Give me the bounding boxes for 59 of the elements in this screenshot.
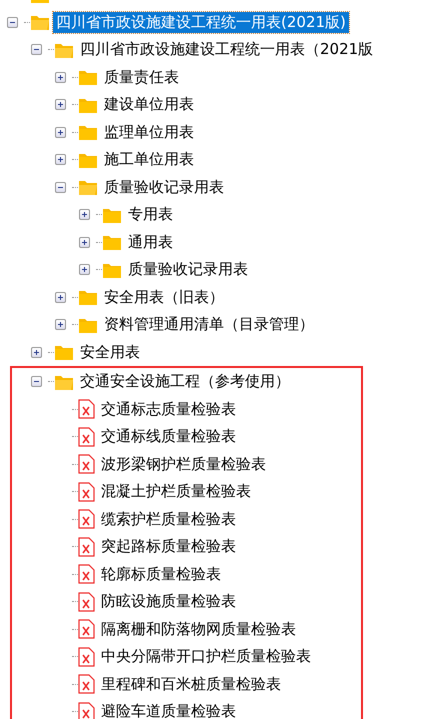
tree-item[interactable]: 安全用表（旧表） (101, 286, 227, 308)
document-icon (78, 536, 95, 557)
document-icon (78, 426, 95, 447)
tree-item[interactable]: 轮廓标质量检验表 (98, 564, 224, 585)
tree-item[interactable]: 交通标志质量检验表 (98, 398, 239, 420)
expand-button[interactable] (54, 319, 66, 330)
tree-item[interactable]: 质量验收记录用表 (125, 259, 251, 280)
document-icon (78, 509, 95, 530)
tree-item[interactable]: 混凝土护栏质量检验表 (98, 481, 254, 502)
tree-item[interactable]: 四川省市政设施建设工程统一用表(2021版) (53, 12, 349, 33)
tree-item[interactable]: 安全用表 (77, 342, 143, 363)
document-icon (78, 454, 95, 474)
expand-button[interactable] (54, 292, 66, 303)
folder-icon (78, 123, 98, 142)
expand-button[interactable] (78, 264, 90, 276)
document-icon (78, 646, 95, 667)
expand-button[interactable] (54, 126, 66, 138)
tree-item[interactable]: 突起路标质量检验表 (98, 536, 239, 558)
tree-item[interactable]: 缆索护栏质量检验表 (98, 508, 239, 530)
document-icon (78, 674, 95, 694)
tree-item[interactable]: 资料管理通用清单（目录管理） (101, 314, 317, 336)
folder-icon (102, 233, 122, 252)
folder-icon (30, 13, 50, 32)
tree-item[interactable]: 质量责任表 (101, 66, 182, 88)
tree-item[interactable]: 防眩设施质量检验表 (98, 591, 239, 612)
folder-icon (78, 68, 98, 86)
tree-item[interactable]: 隔离栅和防落物网质量检验表 (98, 618, 299, 640)
tree-item[interactable]: 通用表 (125, 232, 176, 253)
tree-item[interactable]: 避险车道质量检验表 (98, 701, 239, 719)
folder-icon (78, 288, 98, 306)
expand-button[interactable] (54, 99, 66, 110)
collapse-button[interactable] (30, 44, 42, 56)
document-icon (78, 564, 95, 584)
tree-item[interactable]: 专用表 (125, 204, 176, 226)
tree-item[interactable]: 建设单位用表 (101, 94, 197, 116)
document-icon (78, 702, 95, 719)
collapse-button[interactable] (6, 16, 18, 28)
expand-button[interactable] (78, 236, 90, 248)
tree-item[interactable]: 监理单位用表 (101, 122, 197, 143)
expand-button[interactable] (54, 72, 66, 83)
tree-item[interactable]: 交通标线质量检验表 (98, 426, 239, 448)
collapse-button[interactable] (54, 182, 66, 193)
document-icon (78, 592, 95, 612)
tree-item[interactable]: 四川省市政设施建设工程统一用表（2021版 (77, 39, 376, 60)
tree-item[interactable]: 里程碑和百米桩质量检验表 (98, 674, 284, 695)
document-icon (78, 482, 95, 502)
tree-item[interactable]: 施工单位用表 (101, 149, 197, 170)
folder-icon (78, 178, 98, 196)
tree-item[interactable]: 交通安全设施工程（参考使用） (77, 371, 293, 392)
tree-item[interactable]: 中央分隔带开口护栏质量检验表 (98, 646, 314, 668)
expand-button[interactable] (78, 209, 90, 220)
document-icon (78, 399, 95, 420)
tree-item[interactable]: 质量验收记录用表 (101, 176, 227, 198)
document-icon (78, 619, 95, 640)
tree-item[interactable]: 波形梁钢护栏质量检验表 (98, 454, 269, 475)
expand-button[interactable] (54, 154, 66, 166)
folder-icon (54, 343, 74, 362)
collapse-button[interactable] (30, 376, 42, 388)
expand-button[interactable] (30, 346, 42, 358)
